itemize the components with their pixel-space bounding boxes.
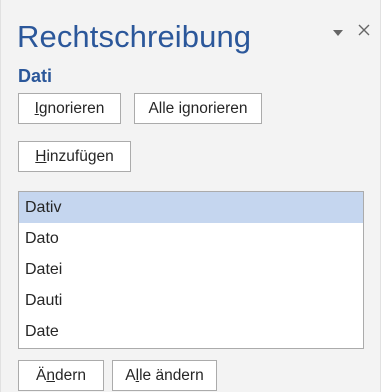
suggestion-item[interactable]: Date xyxy=(19,316,363,347)
add-to-dictionary-button[interactable]: Hinzufügen xyxy=(18,141,131,172)
suggestion-item[interactable]: Dauti xyxy=(19,285,363,316)
pane-controls xyxy=(328,22,374,42)
suggestion-item[interactable]: Dato xyxy=(19,223,363,254)
chevron-down-icon xyxy=(333,23,343,41)
pane-close-button[interactable] xyxy=(354,22,374,42)
pane-title: Rechtschreibung xyxy=(17,19,252,54)
change-all-button[interactable]: Alle ändern xyxy=(112,360,217,391)
spelling-pane: Rechtschreibung Dati Ignorieren Alle ign… xyxy=(0,0,381,392)
ignore-button[interactable]: Ignorieren xyxy=(18,93,121,124)
misspelled-word: Dati xyxy=(18,66,53,86)
change-button[interactable]: Ändern xyxy=(18,360,104,391)
suggestion-item[interactable]: Datei xyxy=(19,254,363,285)
suggestion-item[interactable]: Dativ xyxy=(19,192,363,223)
ignore-all-button[interactable]: Alle ignorieren xyxy=(134,93,262,124)
pane-options-button[interactable] xyxy=(328,22,348,42)
suggestion-list[interactable]: Dativ Dato Datei Dauti Date xyxy=(18,191,364,349)
close-icon xyxy=(358,23,370,41)
